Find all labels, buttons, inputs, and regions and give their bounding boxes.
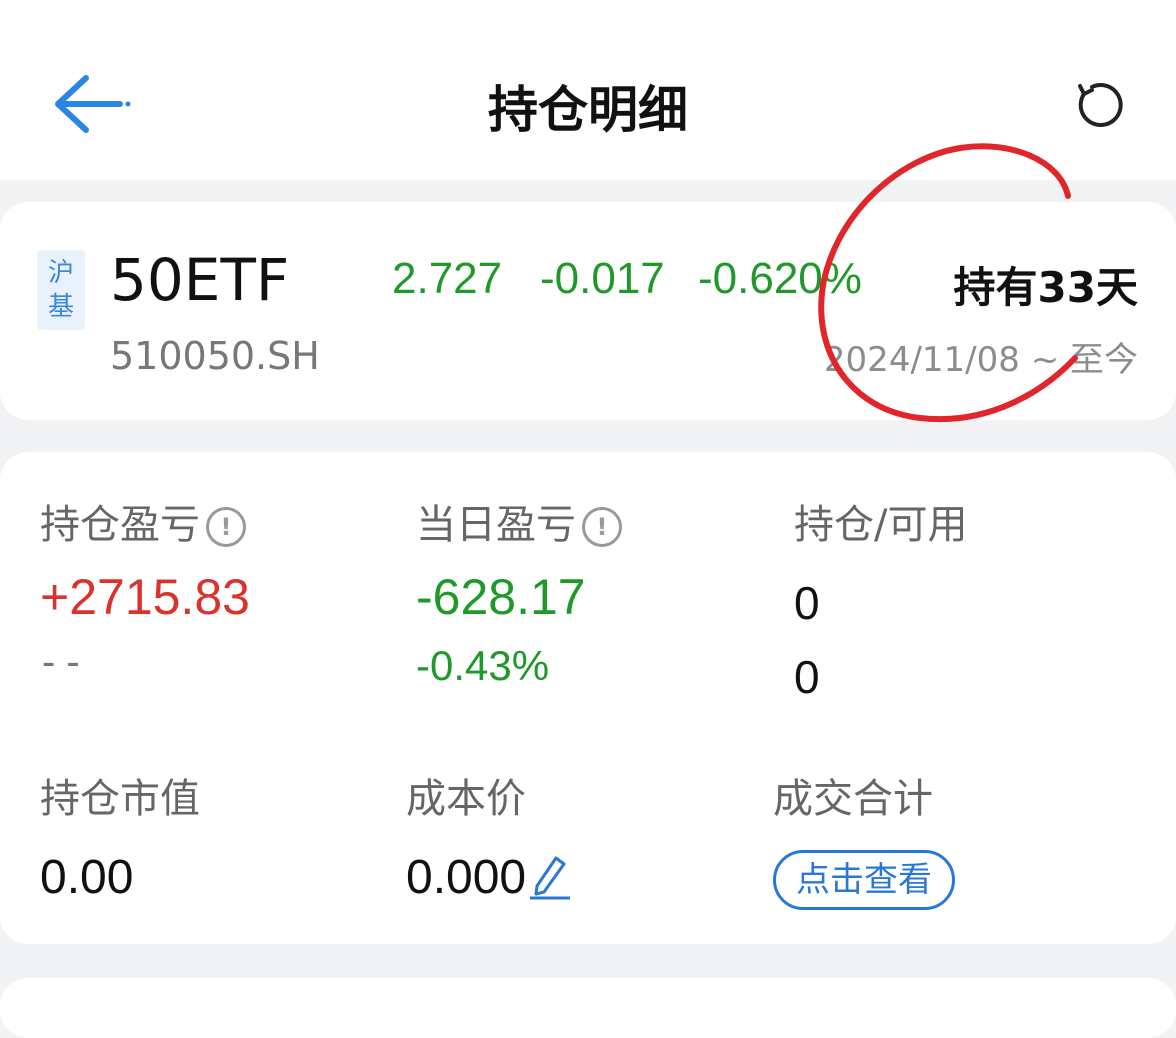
stock-code: 510050.SH bbox=[110, 334, 320, 378]
daily-pnl-label: 当日盈亏! bbox=[416, 492, 622, 550]
info-icon[interactable]: ! bbox=[582, 507, 622, 547]
exchange-badge-line1: 沪 bbox=[47, 258, 74, 288]
stock-change-pct: -0.620% bbox=[698, 254, 862, 303]
stock-price: 2.727 bbox=[392, 254, 503, 303]
position-pnl-label-text: 持仓盈亏 bbox=[40, 502, 200, 548]
daily-pnl-label-text: 当日盈亏 bbox=[416, 502, 576, 548]
next-card bbox=[0, 978, 1176, 1038]
view-trades-button[interactable]: 点击查看 bbox=[773, 850, 955, 910]
market-value-label: 持仓市值 bbox=[40, 776, 200, 822]
position-available-label: 持仓/可用 bbox=[794, 502, 968, 548]
trade-total-label: 成交合计 bbox=[773, 776, 933, 822]
exchange-badge-line2: 基 bbox=[47, 292, 74, 322]
edit-cost-button[interactable] bbox=[528, 852, 572, 900]
page-title: 持仓明细 bbox=[488, 81, 688, 139]
header-bar: 持仓明细 bbox=[0, 0, 1176, 180]
available-quantity: 0 bbox=[794, 651, 820, 703]
market-value: 0.00 bbox=[40, 851, 134, 904]
position-pnl-value: +2715.83 bbox=[40, 569, 250, 625]
stock-change: -0.017 bbox=[540, 254, 665, 303]
hold-days: 持有33天 bbox=[953, 263, 1138, 312]
cost-price-label: 成本价 bbox=[406, 776, 526, 822]
position-pnl-pct: - - bbox=[42, 640, 80, 684]
daily-pnl-value: -628.17 bbox=[416, 569, 586, 625]
exchange-badge: 沪 基 bbox=[37, 250, 85, 330]
cost-price: 0.000 bbox=[406, 851, 527, 904]
info-icon[interactable]: ! bbox=[206, 507, 246, 547]
hold-date-range: 2024/11/08 ~ 至今 bbox=[823, 340, 1138, 380]
position-pnl-label: 持仓盈亏! bbox=[40, 492, 246, 550]
pencil-icon bbox=[530, 856, 570, 900]
daily-pnl-pct: -0.43% bbox=[416, 642, 550, 689]
refresh-button[interactable] bbox=[1070, 76, 1130, 136]
refresh-icon bbox=[1078, 83, 1123, 127]
stock-name: 50ETF bbox=[110, 246, 290, 314]
position-quantity: 0 bbox=[794, 577, 820, 629]
